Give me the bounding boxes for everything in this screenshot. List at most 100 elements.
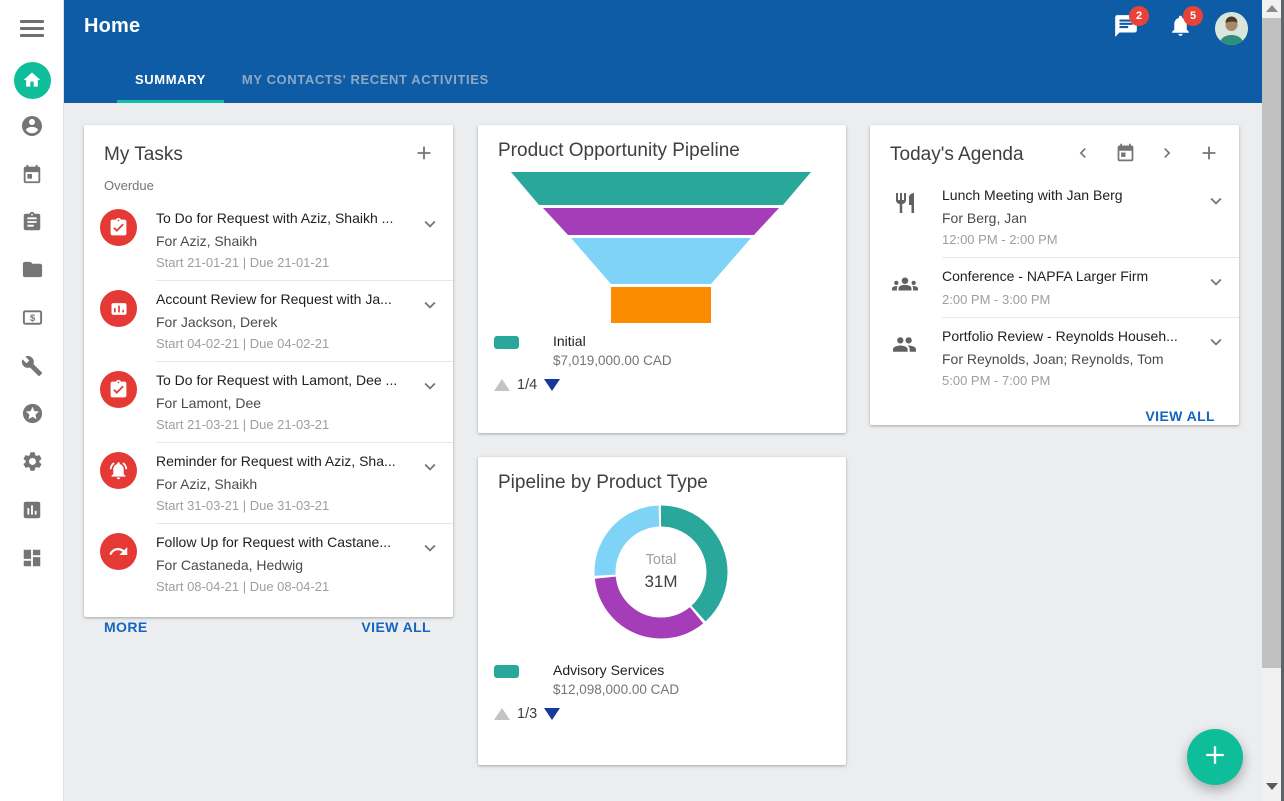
messages-button[interactable]: 2 xyxy=(1107,9,1145,47)
funnel-legend: Initial $7,019,000.00 CAD xyxy=(478,327,846,368)
tab-summary[interactable]: SUMMARY xyxy=(117,59,224,103)
app-window: Home SUMMARY MY CONTACTS' RECENT ACTIVIT… xyxy=(0,0,1284,801)
add-fab[interactable] xyxy=(1187,729,1243,785)
page-title: Home xyxy=(84,15,140,38)
hamburger-menu-icon[interactable] xyxy=(20,20,44,37)
product-type-title: Pipeline by Product Type xyxy=(498,472,832,494)
task-row[interactable]: Account Review for Request with Ja... Fo… xyxy=(84,280,453,361)
chevron-down-icon[interactable] xyxy=(1203,188,1229,214)
add-task-button[interactable] xyxy=(409,140,439,170)
gear-icon xyxy=(21,450,44,478)
notifications-button[interactable]: 5 xyxy=(1161,9,1199,47)
chevron-left-icon xyxy=(1073,143,1093,168)
legend-swatch xyxy=(494,336,519,349)
agenda-prev-button[interactable] xyxy=(1067,140,1099,170)
scrollbar-thumb[interactable] xyxy=(1262,18,1281,668)
sidebar-item-settings[interactable] xyxy=(0,440,64,488)
restaurant-icon xyxy=(886,186,923,220)
donut-center-label: Total 31M xyxy=(591,552,731,592)
task-row[interactable]: Reminder for Request with Aziz, Sha... F… xyxy=(84,442,453,523)
agenda-row[interactable]: Portfolio Review - Reynolds Househ... Fo… xyxy=(870,317,1239,398)
pipeline-title: Product Opportunity Pipeline xyxy=(498,140,832,162)
svg-text:$: $ xyxy=(29,313,35,324)
funnel-pager: 1/4 xyxy=(478,368,846,405)
chevron-right-icon xyxy=(1157,143,1177,168)
my-tasks-title: My Tasks xyxy=(104,144,409,166)
sidebar: $ xyxy=(0,0,64,801)
people-icon xyxy=(886,327,923,361)
chevron-down-icon[interactable] xyxy=(1203,329,1229,355)
pager-up-icon[interactable] xyxy=(494,708,510,720)
plus-icon xyxy=(1198,142,1220,169)
sidebar-nav: $ xyxy=(0,56,64,584)
plus-icon xyxy=(413,142,435,169)
clipboard-check-icon xyxy=(100,371,137,408)
agenda-calendar-button[interactable] xyxy=(1109,140,1141,170)
funnel-stage[interactable] xyxy=(543,208,779,235)
messages-badge: 2 xyxy=(1129,6,1149,26)
bar-chart-icon xyxy=(100,290,137,327)
chevron-down-icon[interactable] xyxy=(1203,269,1229,295)
chevron-down-icon[interactable] xyxy=(417,454,443,480)
sidebar-item-reports[interactable] xyxy=(0,488,64,536)
sidebar-item-documents[interactable] xyxy=(0,248,64,296)
sidebar-item-tools[interactable] xyxy=(0,344,64,392)
sidebar-item-contacts[interactable] xyxy=(0,104,64,152)
calendar-icon xyxy=(21,163,43,190)
funnel-stage[interactable] xyxy=(511,172,811,205)
scroll-up-arrow[interactable] xyxy=(1262,5,1281,17)
funnel-stage[interactable] xyxy=(611,287,711,323)
calendar-icon xyxy=(1115,142,1136,168)
dashboard-icon xyxy=(21,547,43,574)
alarm-bell-icon xyxy=(100,452,137,489)
pager-up-icon[interactable] xyxy=(494,379,510,391)
home-icon xyxy=(14,62,51,99)
star-circle-icon xyxy=(21,402,44,430)
sidebar-item-favorites[interactable] xyxy=(0,392,64,440)
agenda-row[interactable]: Conference - NAPFA Larger Firm 2:00 PM -… xyxy=(870,257,1239,317)
task-row[interactable]: To Do for Request with Aziz, Shaikh ... … xyxy=(84,199,453,280)
tab-bar: SUMMARY MY CONTACTS' RECENT ACTIVITIES xyxy=(117,59,507,103)
donut-pager: 1/3 xyxy=(478,697,846,734)
sidebar-item-dashboards[interactable] xyxy=(0,536,64,584)
header-actions: 2 5 xyxy=(1107,9,1248,47)
funnel-chart xyxy=(478,172,846,327)
tasks-view-all-link[interactable]: VIEW ALL xyxy=(361,619,431,635)
dollar-card-icon: $ xyxy=(21,306,44,334)
agenda-card: Today's Agenda Lunch Meeting with Jan Be… xyxy=(870,125,1239,425)
tasks-group-label: Overdue xyxy=(84,176,453,199)
bar-chart-icon xyxy=(21,499,43,526)
pager-down-icon[interactable] xyxy=(544,379,560,391)
funnel-stage[interactable] xyxy=(571,238,751,284)
task-row[interactable]: To Do for Request with Lamont, Dee ... F… xyxy=(84,361,453,442)
vertical-scrollbar[interactable] xyxy=(1262,0,1281,801)
sidebar-item-home[interactable] xyxy=(0,56,64,104)
agenda-row[interactable]: Lunch Meeting with Jan Berg For Berg, Ja… xyxy=(870,176,1239,257)
sidebar-item-calendar[interactable] xyxy=(0,152,64,200)
chevron-down-icon[interactable] xyxy=(417,292,443,318)
plus-icon xyxy=(1201,741,1229,774)
scroll-down-arrow[interactable] xyxy=(1262,783,1281,795)
wrench-icon xyxy=(21,355,43,382)
agenda-title: Today's Agenda xyxy=(890,144,1067,166)
add-appointment-button[interactable] xyxy=(1193,140,1225,170)
my-tasks-card: My Tasks Overdue To Do for Request with … xyxy=(84,125,453,617)
app-header: Home SUMMARY MY CONTACTS' RECENT ACTIVIT… xyxy=(64,0,1262,103)
legend-swatch xyxy=(494,665,519,678)
notifications-badge: 5 xyxy=(1183,6,1203,26)
task-row[interactable]: Follow Up for Request with Castane... Fo… xyxy=(84,523,453,604)
user-avatar[interactable] xyxy=(1215,12,1248,45)
sidebar-item-tasks[interactable] xyxy=(0,200,64,248)
agenda-next-button[interactable] xyxy=(1151,140,1183,170)
donut-legend: Advisory Services $12,098,000.00 CAD xyxy=(478,656,846,697)
agenda-view-all-link[interactable]: VIEW ALL xyxy=(1145,408,1215,424)
sidebar-item-billing[interactable]: $ xyxy=(0,296,64,344)
chevron-down-icon[interactable] xyxy=(417,373,443,399)
product-type-card: Pipeline by Product Type Total 31M Advis… xyxy=(478,457,846,765)
chevron-down-icon[interactable] xyxy=(417,535,443,561)
tab-recent-activities[interactable]: MY CONTACTS' RECENT ACTIVITIES xyxy=(224,59,507,103)
pager-down-icon[interactable] xyxy=(544,708,560,720)
groups-icon xyxy=(886,267,923,301)
chevron-down-icon[interactable] xyxy=(417,211,443,237)
more-link[interactable]: MORE xyxy=(104,619,148,635)
